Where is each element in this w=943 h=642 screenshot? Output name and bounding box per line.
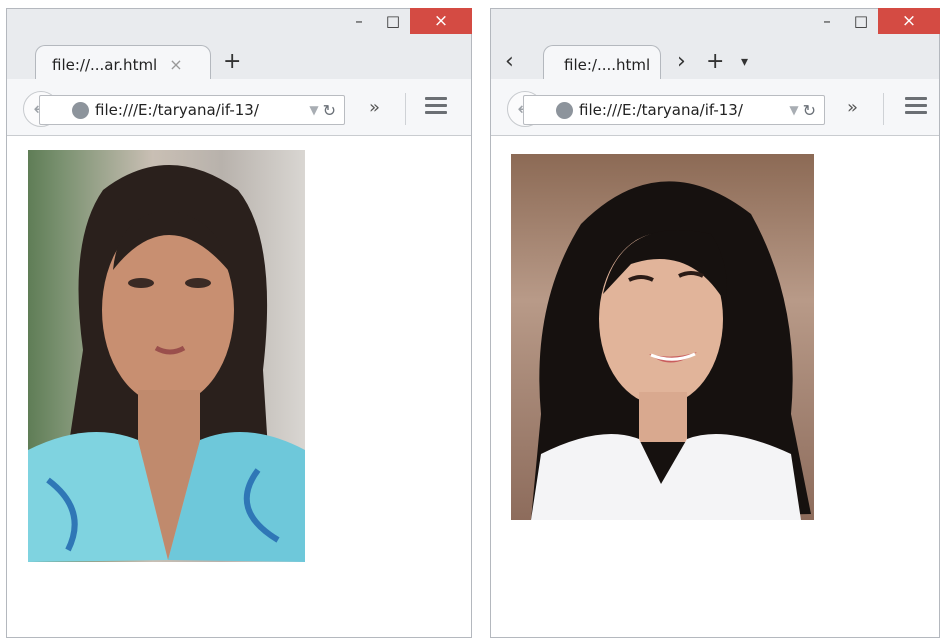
page-content — [491, 136, 939, 637]
browser-window-right: – □ × ‹ file:/....html › + ▾ ← file:///E… — [490, 8, 940, 638]
url-text: file:///E:/taryana/if-13/ — [95, 101, 259, 119]
portrait-photo-1 — [28, 150, 305, 562]
tab-close-icon[interactable]: × — [169, 55, 182, 74]
history-dropdown-icon[interactable]: ▼ — [309, 103, 318, 117]
address-bar[interactable]: file:///E:/taryana/if-13/ ▼ ↻ — [523, 95, 825, 125]
tab-active[interactable]: file:/....html — [543, 45, 661, 83]
hamburger-menu-icon[interactable] — [425, 97, 447, 118]
reload-icon[interactable]: ↻ — [803, 101, 816, 120]
minimize-button[interactable]: – — [810, 8, 844, 34]
scroll-tabs-right-button[interactable]: › — [677, 47, 686, 77]
navigation-toolbar: ← file:///E:/taryana/if-13/ ▼ ↻ » — [491, 79, 939, 136]
globe-icon — [556, 101, 573, 119]
tab-title: file://...ar.html — [52, 55, 158, 74]
minimize-button[interactable]: – — [342, 8, 376, 34]
reload-icon[interactable]: ↻ — [323, 101, 336, 120]
maximize-button[interactable]: □ — [844, 8, 878, 34]
history-dropdown-icon[interactable]: ▼ — [789, 103, 798, 117]
navigation-toolbar: ← file:///E:/taryana/if-13/ ▼ ↻ » — [7, 79, 471, 136]
maximize-button[interactable]: □ — [376, 8, 410, 34]
toolbar-separator — [405, 93, 406, 125]
overflow-chevron-button[interactable]: » — [369, 97, 380, 118]
tab-strip: ‹ file:/....html › + ▾ — [491, 39, 939, 83]
close-window-button[interactable]: × — [878, 8, 940, 34]
tab-strip: file://...ar.html × + — [7, 39, 471, 83]
scroll-tabs-left-button[interactable]: ‹ — [505, 47, 514, 77]
tab-active[interactable]: file://...ar.html × — [35, 45, 211, 83]
tab-list-dropdown-button[interactable]: ▾ — [741, 47, 748, 77]
url-text: file:///E:/taryana/if-13/ — [579, 101, 743, 119]
browser-window-left: – □ × file://...ar.html × + ← file:///E:… — [6, 8, 472, 638]
page-content — [7, 136, 471, 637]
portrait-photo-1-art — [28, 165, 305, 562]
toolbar-separator — [883, 93, 884, 125]
portrait-photo-2-art — [531, 181, 811, 520]
tab-title: file:/....html — [564, 55, 651, 74]
window-controls: – □ × — [342, 8, 472, 38]
new-tab-button[interactable]: + — [706, 47, 724, 77]
overflow-chevron-button[interactable]: » — [847, 97, 858, 118]
globe-icon — [72, 101, 89, 119]
new-tab-button[interactable]: + — [223, 47, 241, 77]
close-window-button[interactable]: × — [410, 8, 472, 34]
hamburger-menu-icon[interactable] — [905, 97, 927, 118]
address-bar[interactable]: file:///E:/taryana/if-13/ ▼ ↻ — [39, 95, 345, 125]
window-controls: – □ × — [810, 8, 940, 38]
portrait-photo-2 — [511, 154, 814, 520]
